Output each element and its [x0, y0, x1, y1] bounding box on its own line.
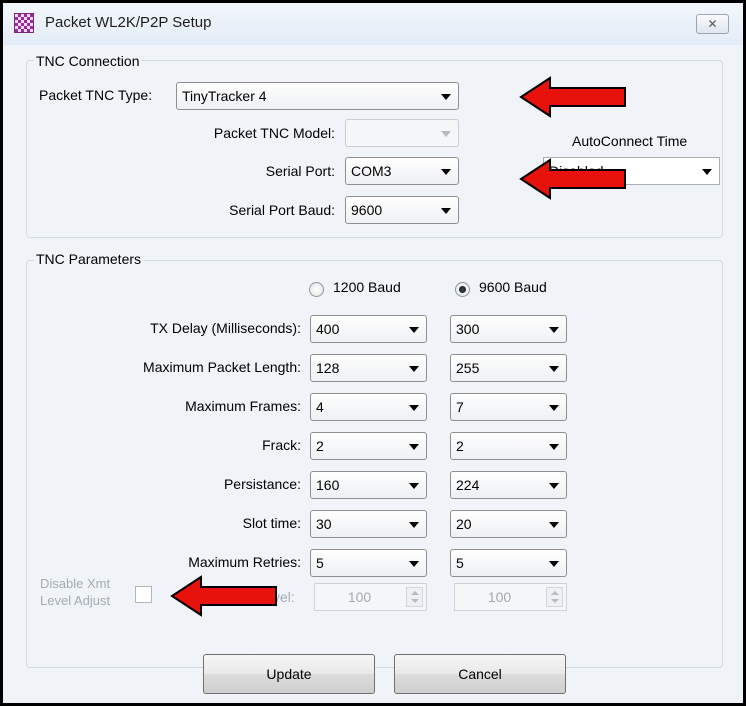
baud-9600-radio[interactable] — [455, 282, 470, 297]
chevron-down-icon — [549, 444, 559, 450]
param-select-v1200[interactable]: 400 — [310, 315, 427, 343]
param-value: 7 — [456, 399, 464, 415]
level-9600-value: 100 — [487, 589, 512, 605]
cancel-button[interactable]: Cancel — [394, 654, 566, 694]
chevron-down-icon — [549, 405, 559, 411]
packet-tnc-model-select[interactable] — [345, 119, 459, 147]
serial-port-value: COM3 — [351, 163, 392, 179]
param-label: Maximum Frames: — [185, 398, 301, 414]
level-9600-stepper[interactable]: 100 — [454, 583, 567, 611]
chevron-down-icon — [549, 366, 559, 372]
param-value: 30 — [316, 516, 332, 532]
baud-1200-radio[interactable] — [309, 282, 324, 297]
app-icon — [14, 13, 34, 33]
tnc-parameters-title: TNC Parameters — [34, 251, 144, 267]
param-label: Slot time: — [242, 515, 301, 531]
serial-port-label: Serial Port: — [265, 163, 335, 179]
param-select-v9600[interactable]: 5 — [450, 549, 567, 577]
param-value: 20 — [456, 516, 472, 532]
chevron-down-icon — [441, 131, 451, 137]
param-select-v1200[interactable]: 5 — [310, 549, 427, 577]
annotation-arrow-icon — [170, 575, 277, 617]
serial-port-select[interactable]: COM3 — [345, 157, 459, 185]
chevron-down-icon — [441, 169, 451, 175]
chevron-down-icon — [441, 94, 451, 100]
stepper-arrows-icon[interactable] — [546, 587, 563, 607]
packet-tnc-type-label: Packet TNC Type: — [39, 87, 153, 103]
chevron-down-icon — [409, 561, 419, 567]
serial-port-baud-value: 9600 — [351, 202, 383, 218]
param-value: 2 — [316, 438, 324, 454]
packet-tnc-type-value: TinyTracker 4 — [182, 88, 267, 104]
param-select-v1200[interactable]: 30 — [310, 510, 427, 538]
chevron-down-icon — [409, 405, 419, 411]
chevron-down-icon — [549, 483, 559, 489]
param-select-v9600[interactable]: 2 — [450, 432, 567, 460]
chevron-down-icon — [409, 522, 419, 528]
serial-port-baud-select[interactable]: 9600 — [345, 196, 459, 224]
param-value: 5 — [316, 555, 324, 571]
title-bar[interactable]: Packet WL2K/P2P Setup ✕ — [3, 3, 743, 45]
packet-tnc-model-label: Packet TNC Model: — [213, 125, 335, 141]
disable-xmt-checkbox[interactable] — [135, 586, 152, 603]
chevron-down-icon — [549, 561, 559, 567]
close-button[interactable]: ✕ — [696, 14, 729, 34]
param-value: 300 — [456, 321, 480, 337]
disable-xmt-label-line2: Level Adjust — [40, 593, 111, 608]
level-1200-stepper[interactable]: 100 — [314, 583, 427, 611]
param-value: 255 — [456, 360, 480, 376]
param-select-v9600[interactable]: 7 — [450, 393, 567, 421]
chevron-down-icon — [409, 483, 419, 489]
param-label: Frack: — [262, 437, 301, 453]
autoconnect-time-label: AutoConnect Time — [572, 133, 688, 149]
packet-tnc-type-select[interactable]: TinyTracker 4 — [176, 82, 459, 110]
param-value: 5 — [456, 555, 464, 571]
baud-9600-label[interactable]: 9600 Baud — [479, 279, 547, 295]
param-value: 224 — [456, 477, 480, 493]
param-select-v1200[interactable]: 160 — [310, 471, 427, 499]
param-select-v9600[interactable]: 224 — [450, 471, 567, 499]
stepper-arrows-icon[interactable] — [406, 587, 423, 607]
param-value: 400 — [316, 321, 340, 337]
chevron-down-icon — [409, 327, 419, 333]
param-label: Maximum Retries: — [188, 554, 301, 570]
disable-xmt-label-line1: Disable Xmt — [40, 576, 111, 591]
param-select-v9600[interactable]: 255 — [450, 354, 567, 382]
tnc-connection-title: TNC Connection — [34, 53, 142, 69]
param-value: 4 — [316, 399, 324, 415]
level-1200-value: 100 — [347, 589, 372, 605]
param-label: Persistance: — [223, 476, 301, 492]
param-value: 160 — [316, 477, 340, 493]
chevron-down-icon — [549, 522, 559, 528]
serial-port-baud-label: Serial Port Baud: — [229, 202, 335, 218]
chevron-down-icon — [549, 327, 559, 333]
baud-1200-label[interactable]: 1200 Baud — [333, 279, 401, 295]
param-select-v1200[interactable]: 128 — [310, 354, 427, 382]
chevron-down-icon — [409, 444, 419, 450]
param-value: 2 — [456, 438, 464, 454]
annotation-arrow-icon — [519, 158, 626, 200]
chevron-down-icon — [441, 208, 451, 214]
window-title: Packet WL2K/P2P Setup — [45, 14, 212, 31]
param-select-v9600[interactable]: 300 — [450, 315, 567, 343]
param-select-v1200[interactable]: 4 — [310, 393, 427, 421]
update-button[interactable]: Update — [203, 654, 375, 694]
param-select-v9600[interactable]: 20 — [450, 510, 567, 538]
param-select-v1200[interactable]: 2 — [310, 432, 427, 460]
param-value: 128 — [316, 360, 340, 376]
param-label: Maximum Packet Length: — [143, 359, 301, 375]
chevron-down-icon — [702, 169, 712, 175]
setup-dialog: Packet WL2K/P2P Setup ✕ TNC Connection P… — [0, 0, 746, 706]
chevron-down-icon — [409, 366, 419, 372]
annotation-arrow-icon — [519, 76, 626, 118]
param-label: TX Delay (Milliseconds): — [150, 320, 301, 336]
